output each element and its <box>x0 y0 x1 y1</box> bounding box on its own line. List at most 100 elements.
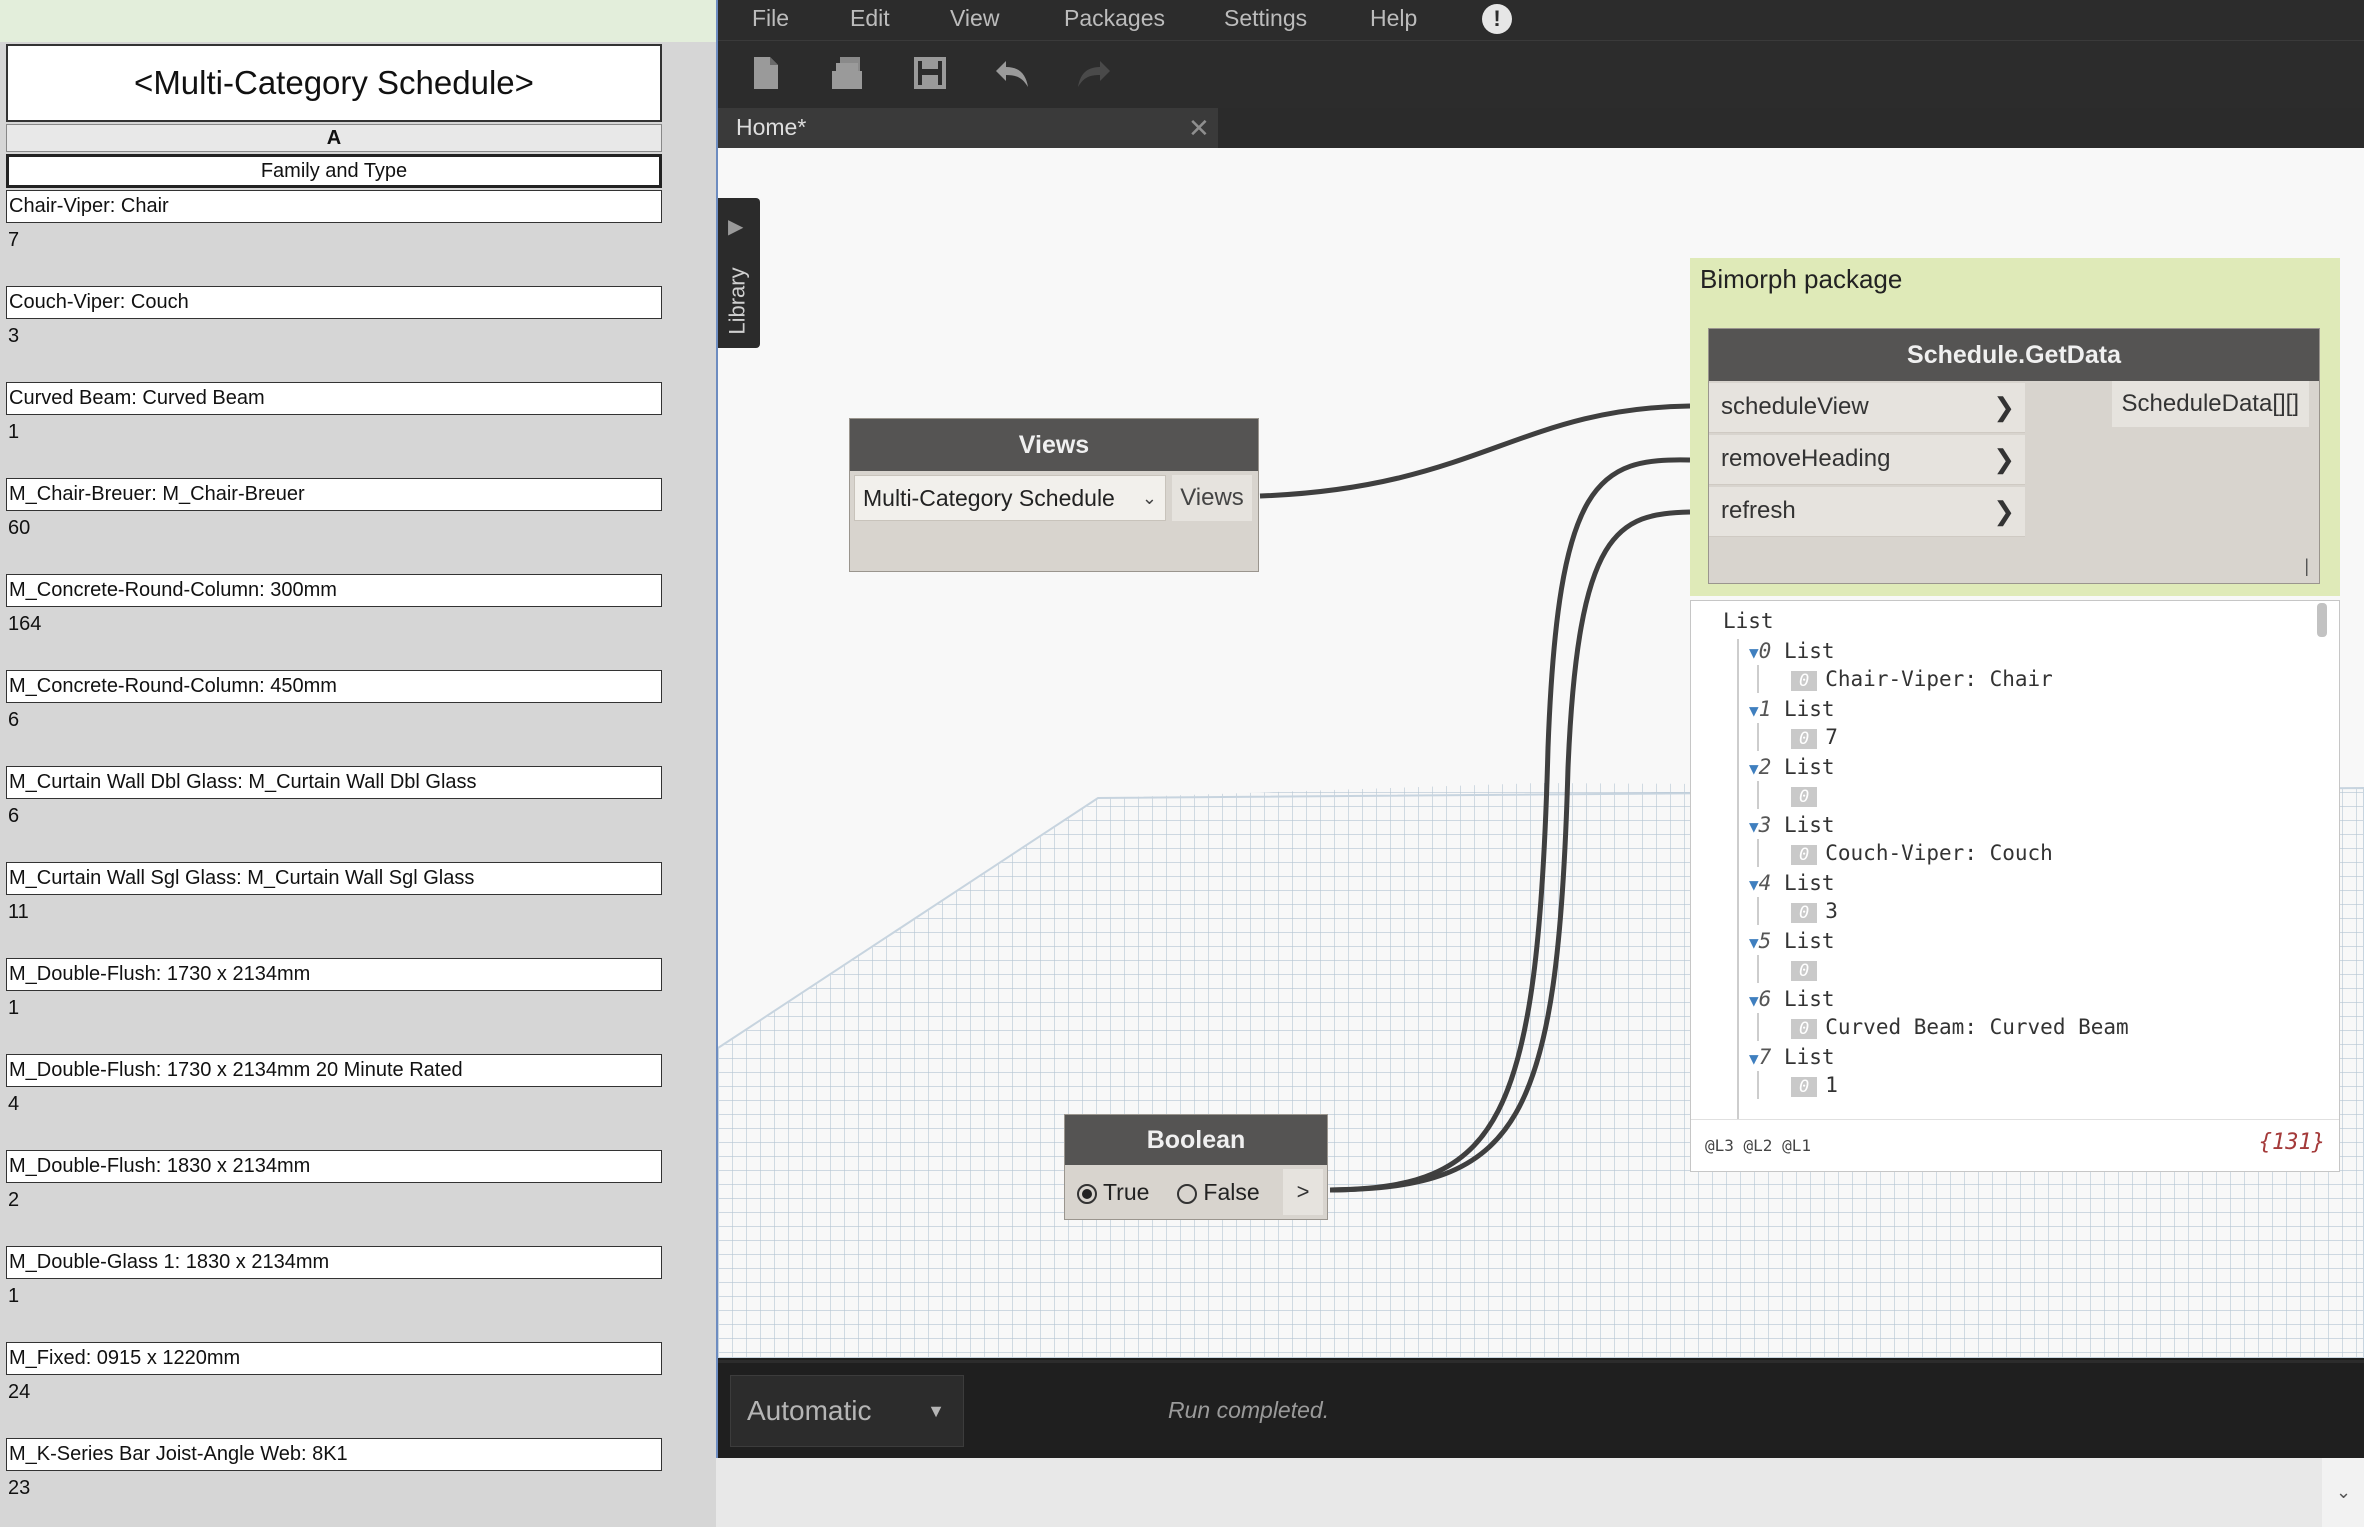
schedule-row-name[interactable]: M_K-Series Bar Joist-Angle Web: 8K1 <box>6 1438 662 1471</box>
boolean-output-port[interactable]: > <box>1283 1169 1323 1215</box>
menu-view[interactable]: View <box>950 0 999 40</box>
schedule-row-count[interactable]: 6 <box>8 804 19 828</box>
node-preview-bubble[interactable]: List ▼0 List 0 Chair-Viper: Chair ▼1 List 0 7… <box>1690 600 2340 1172</box>
list-label: List <box>1783 987 1835 1011</box>
collapse-triangle-icon[interactable]: ▼ <box>1749 933 1759 952</box>
collapse-triangle-icon[interactable]: ▼ <box>1749 643 1759 662</box>
views-dropdown[interactable]: Multi-Category Schedule ⌄ <box>854 475 1166 521</box>
undo-icon[interactable] <box>992 53 1032 93</box>
column-letter-a[interactable]: A <box>6 124 662 152</box>
collapse-triangle-icon[interactable]: ▼ <box>1749 875 1759 894</box>
schedule-row-count[interactable]: 4 <box>8 1092 19 1116</box>
scrollbar-down[interactable]: ⌄ <box>2322 1458 2364 1527</box>
watch-scrollbar[interactable] <box>2317 603 2327 637</box>
schedule-row-name[interactable]: M_Curtain Wall Dbl Glass: M_Curtain Wall… <box>6 766 662 799</box>
watch-list-item[interactable]: ▼2 List <box>1749 755 1835 779</box>
watch-list-item[interactable]: ▼5 List <box>1749 929 1835 953</box>
collapse-triangle-icon[interactable]: ▼ <box>1749 991 1759 1010</box>
list-label: List <box>1783 697 1835 721</box>
value-index-badge: 0 <box>1791 671 1818 691</box>
notification-alert-icon[interactable]: ! <box>1482 4 1512 34</box>
save-icon[interactable] <box>910 53 950 93</box>
watch-list-item[interactable]: ▼6 List <box>1749 987 1835 1011</box>
output-port-scheduledata[interactable]: ScheduleData[][] <box>2111 381 2309 427</box>
schedule-row-name[interactable]: Chair-Viper: Chair <box>6 190 662 223</box>
schedule-row-count[interactable]: 7 <box>8 228 19 252</box>
collapse-triangle-icon[interactable]: ▼ <box>1749 759 1759 778</box>
schedule-row-name[interactable]: M_Double-Flush: 1730 x 2134mm 20 Minute … <box>6 1054 662 1087</box>
port-label: removeHeading <box>1721 445 1891 472</box>
input-port-removeheading[interactable]: removeHeading ❯ <box>1709 435 2025 485</box>
schedule-row-name[interactable]: M_Double-Glass 1: 1830 x 2134mm <box>6 1246 662 1279</box>
schedule-row-count[interactable]: 1 <box>8 420 19 444</box>
schedule-row-count[interactable]: 23 <box>8 1476 30 1500</box>
views-node[interactable]: Views Multi-Category Schedule ⌄ Views <box>849 418 1259 572</box>
tree-line <box>1757 955 1759 983</box>
watch-list-item[interactable]: ▼3 List <box>1749 813 1835 837</box>
workspace-tab-strip: Home* ✕ <box>718 108 2364 148</box>
menu-file[interactable]: File <box>752 0 789 40</box>
radio-true[interactable]: True <box>1077 1175 1149 1209</box>
watch-list-item[interactable]: ▼0 List <box>1749 639 1835 663</box>
collapse-triangle-icon[interactable]: ▼ <box>1749 817 1759 836</box>
run-bar: Automatic ▼ Run completed. <box>718 1360 2364 1461</box>
collapse-triangle-icon[interactable]: ▼ <box>1749 701 1759 720</box>
schedule-row-name[interactable]: M_Curtain Wall Sgl Glass: M_Curtain Wall… <box>6 862 662 895</box>
list-label: List <box>1783 871 1835 895</box>
list-index: 2 <box>1758 755 1772 779</box>
run-status: Run completed. <box>1168 1397 1330 1423</box>
menu-settings[interactable]: Settings <box>1224 0 1307 40</box>
graph-canvas[interactable]: ▶ Library Views Multi-Category Schedule … <box>718 148 2364 1358</box>
list-levels[interactable]: @L3 @L2 @L1 <box>1705 1136 1811 1155</box>
schedule-row-count[interactable]: 60 <box>8 516 30 540</box>
schedule-row-name[interactable]: M_Concrete-Round-Column: 450mm <box>6 670 662 703</box>
schedule-row-count[interactable]: 3 <box>8 324 19 348</box>
new-file-icon[interactable] <box>746 53 786 93</box>
list-index: 6 <box>1758 987 1772 1011</box>
watch-list-item[interactable]: ▼4 List <box>1749 871 1835 895</box>
column-header-family-and-type[interactable]: Family and Type <box>6 154 662 188</box>
list-index: 7 <box>1758 1045 1772 1069</box>
schedule-row-name[interactable]: M_Double-Flush: 1830 x 2134mm <box>6 1150 662 1183</box>
schedule-row-name[interactable]: Couch-Viper: Couch <box>6 286 662 319</box>
chevron-down-icon: ⌄ <box>1141 488 1157 508</box>
boolean-node[interactable]: Boolean True False > <box>1064 1114 1328 1220</box>
open-file-icon[interactable] <box>828 53 868 93</box>
watch-value: 0 Couch-Viper: Couch <box>1791 841 2053 865</box>
watch-list-item[interactable]: ▼7 List <box>1749 1045 1835 1069</box>
schedule-row-count[interactable]: 2 <box>8 1188 19 1212</box>
collapse-triangle-icon[interactable]: ▼ <box>1749 1049 1759 1068</box>
schedule-row-name[interactable]: M_Chair-Breuer: M_Chair-Breuer <box>6 478 662 511</box>
chevron-right-icon: ❯ <box>1993 392 2015 422</box>
list-index: 0 <box>1758 639 1772 663</box>
schedule-row-name[interactable]: M_Fixed: 0915 x 1220mm <box>6 1342 662 1375</box>
menu-edit[interactable]: Edit <box>850 0 890 40</box>
watch-list-item[interactable]: ▼1 List <box>1749 697 1835 721</box>
schedule-row-count[interactable]: 6 <box>8 708 19 732</box>
schedule-row-count[interactable]: 164 <box>8 612 41 636</box>
list-label: List <box>1783 1045 1835 1069</box>
value-text: 3 <box>1825 899 1838 923</box>
radio-false[interactable]: False <box>1177 1175 1260 1209</box>
schedule-row-count[interactable]: 1 <box>8 1284 19 1308</box>
watch-value: 0 <box>1791 957 1825 981</box>
tab-home[interactable]: Home* ✕ <box>718 108 1218 148</box>
schedule-row-count[interactable]: 24 <box>8 1380 30 1404</box>
menu-packages[interactable]: Packages <box>1064 0 1165 40</box>
item-count: {131} <box>2258 1130 2325 1155</box>
value-text: Curved Beam: Curved Beam <box>1825 1015 2129 1039</box>
schedule-row-name[interactable]: M_Concrete-Round-Column: 300mm <box>6 574 662 607</box>
schedule-row-name[interactable]: Curved Beam: Curved Beam <box>6 382 662 415</box>
views-output-port[interactable]: Views <box>1172 475 1252 521</box>
menu-help[interactable]: Help <box>1370 0 1417 40</box>
input-port-scheduleview[interactable]: scheduleView ❯ <box>1709 383 2025 433</box>
menu-bar: File Edit View Packages Settings Help ! <box>718 0 2364 41</box>
schedule-row-name[interactable]: M_Double-Flush: 1730 x 2134mm <box>6 958 662 991</box>
input-port-refresh[interactable]: refresh ❯ <box>1709 487 2025 537</box>
schedule-getdata-node[interactable]: Schedule.GetData scheduleView ❯ removeHe… <box>1708 328 2320 584</box>
run-mode-dropdown[interactable]: Automatic ▼ <box>730 1375 964 1447</box>
schedule-row-count[interactable]: 1 <box>8 996 19 1020</box>
schedule-row-count[interactable]: 11 <box>8 900 29 924</box>
close-icon[interactable]: ✕ <box>1188 108 1210 148</box>
dynamo-window: File Edit View Packages Settings Help ! … <box>716 0 2364 1461</box>
